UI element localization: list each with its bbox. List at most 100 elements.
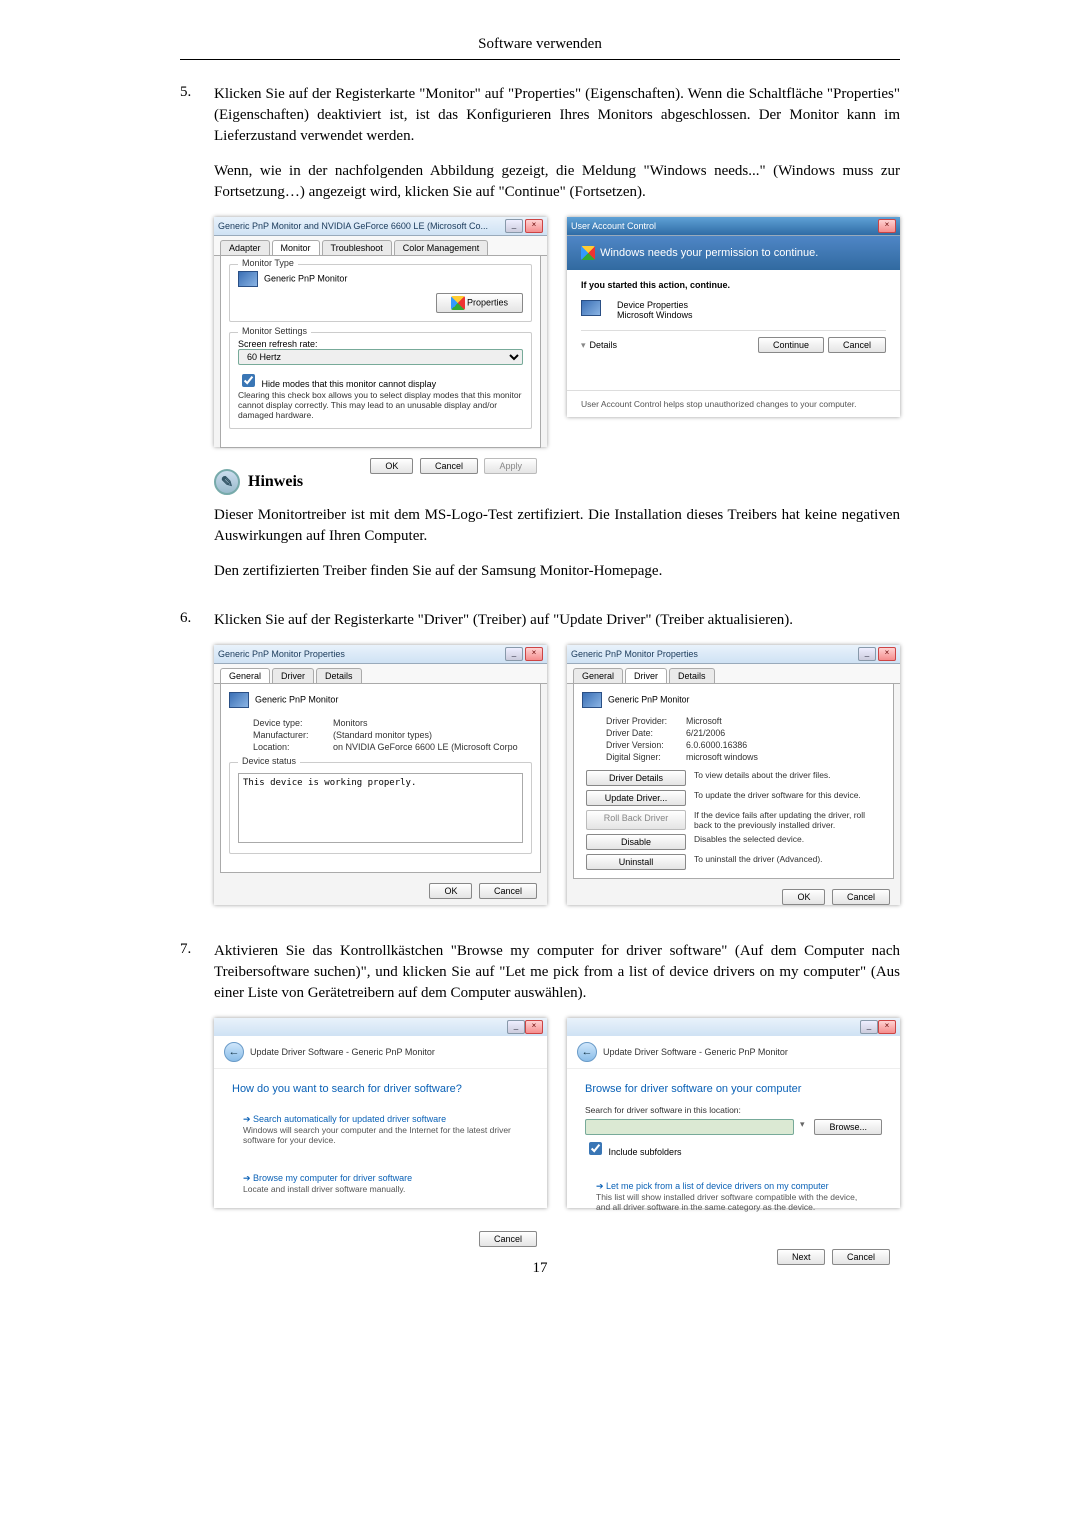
details-toggle[interactable]: Details [590,340,754,350]
tab-details[interactable]: Details [669,668,715,683]
checkbox-label: Hide modes that this monitor cannot disp… [262,379,437,389]
monitor-icon [229,692,249,708]
tab-general[interactable]: General [220,668,270,683]
close-icon[interactable]: × [878,647,896,661]
cancel-button[interactable]: Cancel [828,337,886,353]
tab-driver[interactable]: Driver [625,668,667,683]
wizard-title: Update Driver Software - Generic PnP Mon… [250,1047,435,1057]
apply-button[interactable]: Apply [484,458,537,474]
header-rule [180,59,900,60]
close-icon[interactable]: × [525,647,543,661]
refresh-label: Screen refresh rate: [238,339,523,349]
include-subfolders-checkbox[interactable] [589,1142,602,1155]
option-browse-computer[interactable]: ➔ Browse my computer for driver software… [232,1164,529,1203]
tab-general[interactable]: General [573,668,623,683]
monitor-icon [238,271,258,287]
browse-button[interactable]: Browse... [814,1119,882,1135]
option-search-auto[interactable]: ➔ Search automatically for updated drive… [232,1105,529,1154]
minimize-icon[interactable]: _ [860,1020,878,1034]
update-driver-button[interactable]: Update Driver... [586,790,686,806]
minimize-icon[interactable]: _ [505,647,523,661]
btn-desc: To update the driver software for this d… [694,790,861,806]
hide-modes-checkbox[interactable] [242,374,255,387]
step-text: Wenn, wie in der nachfolgenden Abbildung… [214,161,900,203]
minimize-icon[interactable]: _ [505,219,523,233]
option-pick-from-list[interactable]: ➔ Let me pick from a list of device driv… [585,1172,882,1221]
uac-banner-text: Windows needs your permission to continu… [600,247,818,259]
uninstall-button[interactable]: Uninstall [586,854,686,870]
driver-details-button[interactable]: Driver Details [586,770,686,786]
note-text: Den zertifizierten Treiber finden Sie au… [214,561,900,582]
tab-monitor[interactable]: Monitor [272,240,320,255]
cancel-button[interactable]: Cancel [832,1249,890,1265]
cancel-button[interactable]: Cancel [832,889,890,905]
kv-val: (Standard monitor types) [333,730,532,740]
uac-footer: User Account Control helps stop unauthor… [567,390,900,417]
kv-key: Driver Date: [606,728,686,738]
ok-button[interactable]: OK [370,458,413,474]
ok-button[interactable]: OK [429,883,472,899]
properties-button[interactable]: Properties [436,293,523,313]
step-text: Klicken Sie auf der Registerkarte "Monit… [214,84,900,147]
kv-val: microsoft windows [686,752,885,762]
window-title: Generic PnP Monitor Properties [218,649,505,659]
tab-adapter[interactable]: Adapter [220,240,270,255]
rollback-driver-button[interactable]: Roll Back Driver [586,810,686,830]
refresh-rate-select[interactable]: 60 Hertz [238,349,523,365]
wizard-heading: Browse for driver software on your compu… [585,1083,882,1095]
wizard-heading: How do you want to search for driver sof… [232,1083,529,1095]
kv-key: Device type: [253,718,333,728]
shield-icon [581,246,595,260]
minimize-icon[interactable]: _ [507,1020,525,1034]
tab-color-management[interactable]: Color Management [394,240,489,255]
continue-button[interactable]: Continue [758,337,824,353]
uac-item-title: Device Properties [617,300,693,310]
kv-val: Monitors [333,718,532,728]
step-text: Aktivieren Sie das Kontrollkästchen "Bro… [214,941,900,1004]
step-number: 6. [180,610,214,927]
back-icon[interactable]: ← [224,1042,244,1062]
wizard-title: Update Driver Software - Generic PnP Mon… [603,1047,788,1057]
page-header: Software verwenden [0,36,1080,59]
step-number: 5. [180,84,214,596]
chevron-down-icon[interactable]: ▾ [581,340,586,351]
btn-desc: Disables the selected device. [694,834,804,850]
note-icon: ✎ [214,469,240,495]
tab-troubleshoot[interactable]: Troubleshoot [322,240,392,255]
group-label: Monitor Type [238,258,298,268]
window-title: Generic PnP Monitor Properties [571,649,858,659]
back-icon[interactable]: ← [577,1042,597,1062]
close-icon[interactable]: × [878,1020,896,1034]
uac-item-publisher: Microsoft Windows [617,310,693,320]
kv-key: Manufacturer: [253,730,333,740]
path-input[interactable] [585,1119,794,1135]
search-label: Search for driver software in this locat… [585,1105,882,1115]
close-icon[interactable]: × [525,1020,543,1034]
close-icon[interactable]: × [878,219,896,233]
shield-icon [451,296,465,310]
kv-val: 6.0.6000.16386 [686,740,885,750]
window-title: Generic PnP Monitor and NVIDIA GeForce 6… [218,221,505,231]
monitor-icon [582,692,602,708]
checkbox-label: Include subfolders [609,1147,682,1157]
tab-driver[interactable]: Driver [272,668,314,683]
device-name: Generic PnP Monitor [255,694,338,704]
window-title: User Account Control [571,221,878,231]
kv-key: Location: [253,742,333,752]
kv-val: Microsoft [686,716,885,726]
device-name: Generic PnP Monitor [608,694,690,704]
tab-details[interactable]: Details [316,668,362,683]
kv-val: on NVIDIA GeForce 6600 LE (Microsoft Cor… [333,742,532,752]
note-heading: Hinweis [248,473,303,491]
cancel-button[interactable]: Cancel [479,1231,537,1247]
minimize-icon[interactable]: _ [858,647,876,661]
cancel-button[interactable]: Cancel [420,458,478,474]
cancel-button[interactable]: Cancel [479,883,537,899]
next-button[interactable]: Next [777,1249,826,1265]
page-number: 17 [0,1260,1080,1277]
btn-desc: If the device fails after updating the d… [694,810,885,830]
btn-desc: To view details about the driver files. [694,770,831,786]
ok-button[interactable]: OK [782,889,825,905]
close-icon[interactable]: × [525,219,543,233]
disable-button[interactable]: Disable [586,834,686,850]
